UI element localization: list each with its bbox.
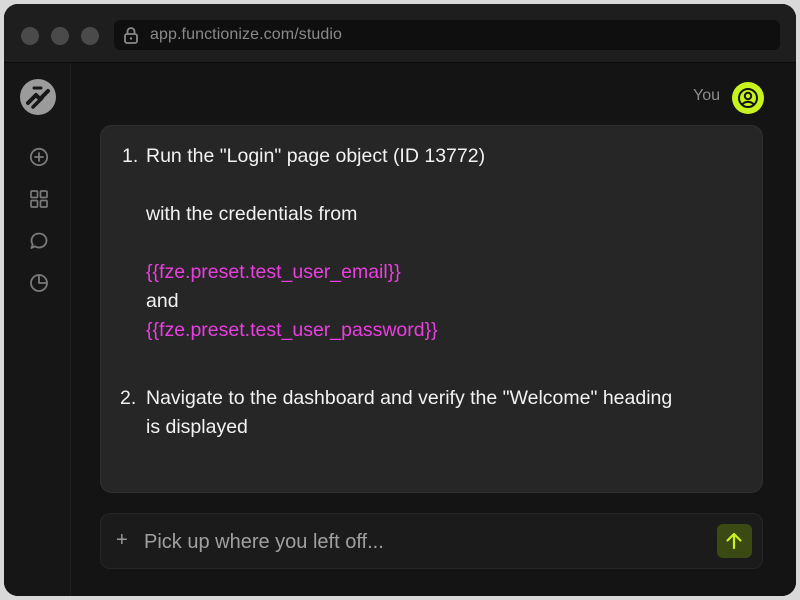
step1-credentials-text: with the credentials from [146, 203, 358, 225]
chat-icon[interactable] [28, 230, 50, 252]
chat-main: You 1. Run the "Login" page object (ID 1… [71, 63, 796, 596]
password-variable: {{fze.preset.test_user_password}} [146, 319, 438, 341]
and-text: and [146, 290, 179, 312]
message-input[interactable] [142, 525, 706, 559]
add-attachment-icon[interactable]: + [116, 529, 128, 552]
step2-text-continued: is displayed [146, 416, 248, 438]
step1-text: Run the "Login" page object (ID 13772) [146, 145, 486, 167]
lock-icon [124, 27, 138, 44]
user-message: 1. Run the "Login" page object (ID 13772… [100, 125, 763, 493]
window-maximize-button[interactable] [81, 27, 99, 45]
url-text: app.functionize.com/studio [150, 26, 343, 43]
plus-circle-icon[interactable] [28, 146, 50, 168]
sidebar [4, 63, 71, 596]
email-variable: {{fze.preset.test_user_email}} [146, 261, 401, 283]
logo-mark-icon [26, 86, 50, 109]
address-bar[interactable]: app.functionize.com/studio [114, 20, 780, 50]
arrow-up-icon [726, 532, 742, 550]
window-minimize-button[interactable] [51, 27, 69, 45]
send-button[interactable] [717, 524, 752, 558]
browser-titlebar: app.functionize.com/studio [4, 4, 796, 63]
message-composer: + [100, 513, 763, 569]
grid-icon[interactable] [28, 188, 50, 210]
sender-label: You [693, 87, 720, 104]
user-avatar[interactable] [732, 82, 764, 114]
browser-window: app.functionize.com/studio You 1. Run th… [4, 4, 796, 596]
pie-chart-icon[interactable] [28, 272, 50, 294]
step2-text: Navigate to the dashboard and verify the… [146, 387, 673, 409]
functionize-logo[interactable] [20, 79, 56, 115]
window-close-button[interactable] [21, 27, 39, 45]
step-number: 1. [122, 145, 139, 167]
step-number: 2. [120, 387, 137, 409]
user-icon [738, 88, 758, 108]
